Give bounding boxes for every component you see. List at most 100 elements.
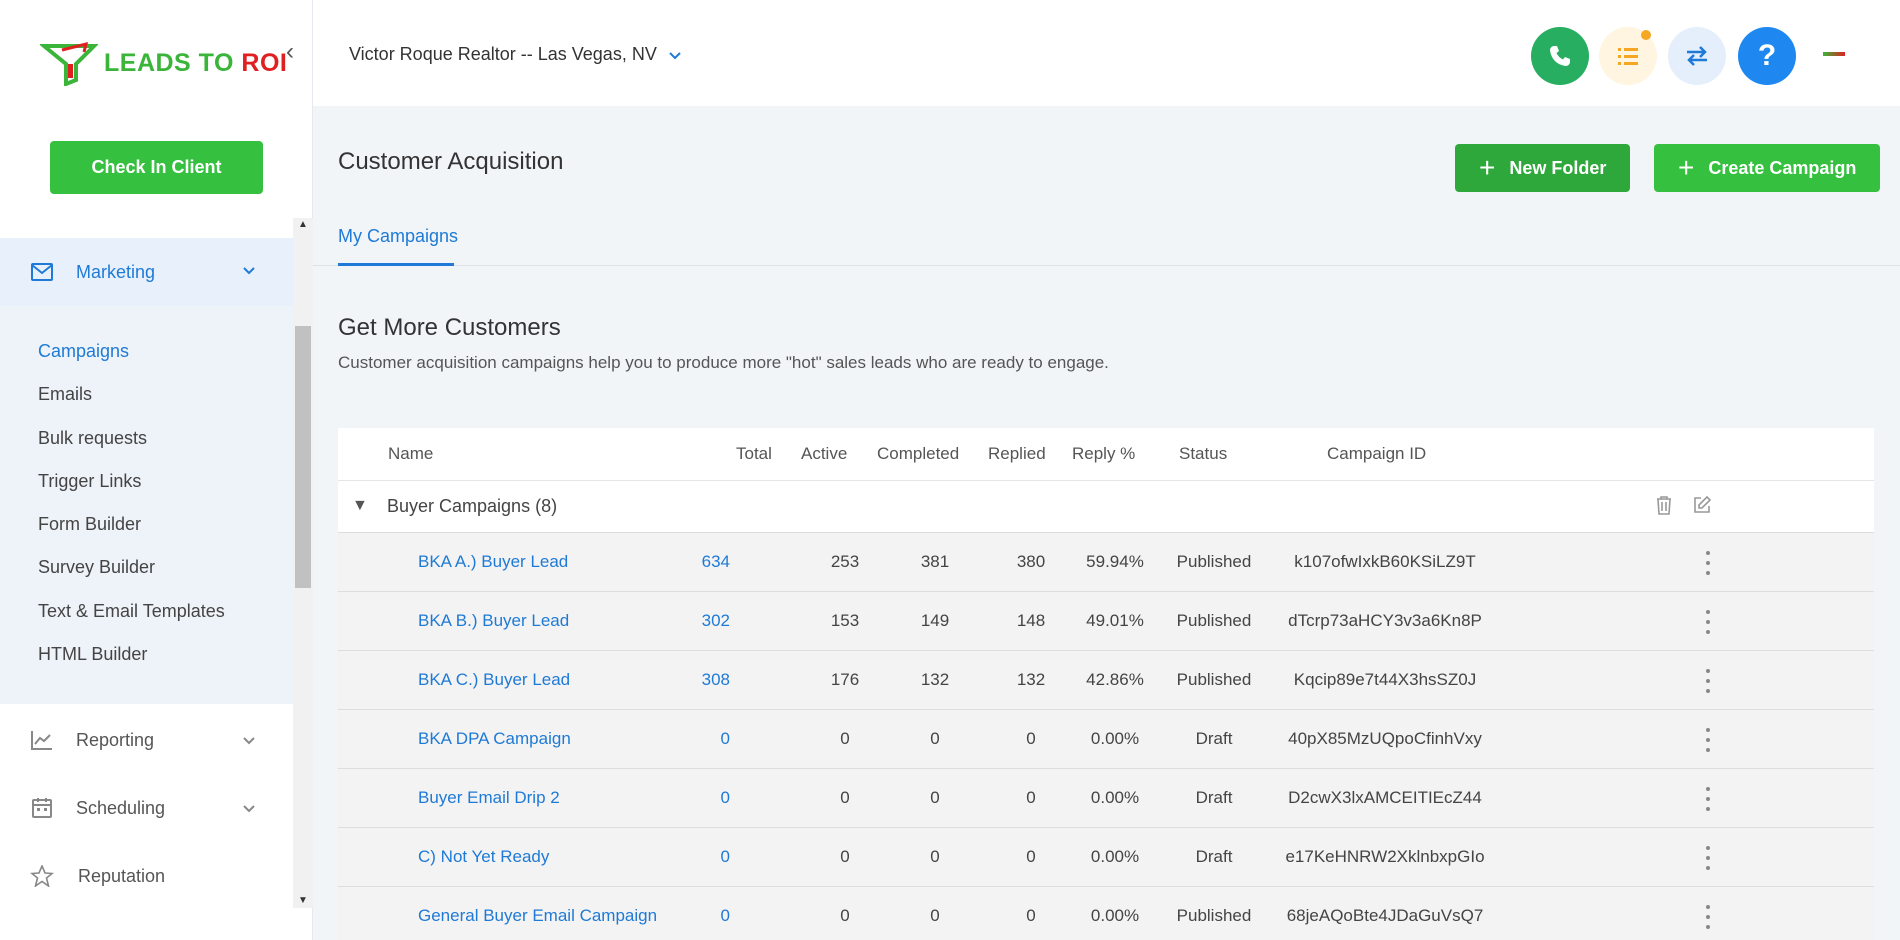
chevron-down-icon	[669, 51, 681, 59]
campaign-total[interactable]: 0	[630, 847, 730, 867]
collapse-triangle-icon[interactable]: ▼	[352, 497, 368, 515]
column-header-reply-pct[interactable]: Reply %	[1072, 444, 1135, 464]
sidebar-item-reporting[interactable]: Reporting	[0, 720, 293, 760]
star-icon	[30, 865, 54, 887]
campaign-total[interactable]: 302	[630, 611, 730, 631]
column-header-status[interactable]: Status	[1179, 444, 1227, 464]
sidebar-item-marketing[interactable]: Marketing	[0, 238, 293, 306]
sidebar-item-label: Reporting	[76, 729, 155, 750]
campaign-name[interactable]: Buyer Email Drip 2	[418, 788, 560, 808]
campaign-total[interactable]: 0	[630, 906, 730, 926]
top-bar: Victor Roque Realtor -- Las Vegas, NV ?	[313, 0, 1900, 106]
sidebar-scrollbar[interactable]: ▲ ▼	[293, 218, 313, 908]
campaign-name[interactable]: BKA DPA Campaign	[418, 729, 571, 749]
more-options-icon[interactable]	[1705, 846, 1711, 870]
column-header-completed[interactable]: Completed	[877, 444, 959, 464]
column-header-replied[interactable]: Replied	[988, 444, 1046, 464]
more-options-icon[interactable]	[1705, 610, 1711, 634]
more-options-icon[interactable]	[1705, 669, 1711, 693]
swap-arrows-icon	[1687, 46, 1707, 66]
more-options-icon[interactable]	[1705, 787, 1711, 811]
table-row[interactable]: BKA DPA Campaign 0 0 0 0 0.00% Draft 40pX85MzUQ…	[338, 710, 1874, 769]
folder-row[interactable]: ▼ Buyer Campaigns (8)	[338, 480, 1874, 533]
campaign-name[interactable]: C) Not Yet Ready	[418, 847, 549, 867]
notification-dot	[1641, 30, 1651, 40]
submenu-item-emails[interactable]: Emails	[38, 384, 92, 405]
logo-text-red: ROI	[241, 48, 288, 77]
campaign-total[interactable]: 0	[630, 788, 730, 808]
campaigns-table: Name Total Active Completed Replied Repl…	[338, 428, 1874, 940]
scroll-up-icon[interactable]: ▲	[293, 218, 313, 232]
submenu-item-html-builder[interactable]: HTML Builder	[38, 644, 147, 665]
scrollbar-thumb[interactable]	[295, 326, 311, 588]
campaign-name[interactable]: General Buyer Email Campaign	[418, 906, 657, 926]
table-row[interactable]: General Buyer Email Campaign 0 0 0 0 0.00% Pub…	[338, 887, 1874, 940]
calendar-icon	[32, 798, 52, 818]
new-folder-label: New Folder	[1509, 157, 1607, 178]
marketing-submenu: Campaigns Emails Bulk requests Trigger L…	[0, 306, 293, 704]
campaign-total[interactable]: 634	[630, 552, 730, 572]
more-options-icon[interactable]	[1705, 728, 1711, 752]
campaign-name[interactable]: BKA B.) Buyer Lead	[418, 611, 569, 631]
chevron-down-icon	[243, 805, 255, 813]
table-row[interactable]: BKA C.) Buyer Lead 308 176 132 132 42.86% Publ…	[338, 651, 1874, 710]
column-header-active[interactable]: Active	[801, 444, 847, 464]
kebab-dot	[1706, 797, 1710, 801]
table-row[interactable]: BKA A.) Buyer Lead 634 253 381 380 59.94% Publ…	[338, 533, 1874, 592]
kebab-dot	[1706, 807, 1710, 811]
plus-icon: +	[1678, 152, 1695, 183]
mail-icon	[31, 263, 53, 281]
table-row[interactable]: Buyer Email Drip 2 0 0 0 0 0.00% Draft D2cwX3lx…	[338, 769, 1874, 828]
avatar[interactable]	[1823, 52, 1845, 56]
campaign-id: 68jeAQoBte4JDaGuVsQ7	[1286, 906, 1484, 925]
submenu-item-templates[interactable]: Text & Email Templates	[38, 601, 225, 622]
column-header-name[interactable]: Name	[388, 444, 433, 464]
submenu-item-form-builder[interactable]: Form Builder	[38, 514, 141, 535]
kebab-dot	[1706, 669, 1710, 673]
account-selector[interactable]: Victor Roque Realtor -- Las Vegas, NV	[349, 44, 683, 65]
chevron-down-icon	[243, 737, 255, 745]
campaign-name[interactable]: BKA A.) Buyer Lead	[418, 552, 568, 572]
sidebar-item-reputation[interactable]: Reputation	[0, 856, 293, 896]
new-folder-button[interactable]: + New Folder	[1455, 144, 1631, 192]
column-header-total[interactable]: Total	[736, 444, 772, 464]
chevron-down-icon	[243, 267, 255, 275]
more-options-icon[interactable]	[1705, 905, 1711, 929]
kebab-dot	[1706, 856, 1710, 860]
table-row[interactable]: C) Not Yet Ready 0 0 0 0 0.00% Draft e17KeHNRW2…	[338, 828, 1874, 887]
sidebar-item-scheduling[interactable]: Scheduling	[0, 788, 293, 828]
tab-my-campaigns[interactable]: My Campaigns	[338, 226, 458, 247]
tasks-button[interactable]	[1599, 27, 1657, 85]
campaign-total[interactable]: 308	[630, 670, 730, 690]
phone-button[interactable]	[1531, 27, 1589, 85]
sidebar-item-label: Reputation	[78, 865, 166, 886]
logo-text: LEADS TO ROI	[104, 49, 287, 78]
kebab-dot	[1706, 620, 1710, 624]
folder-name: Buyer Campaigns (8)	[387, 496, 558, 516]
campaign-status: Published	[1176, 906, 1252, 925]
column-header-campaign-id[interactable]: Campaign ID	[1327, 444, 1426, 464]
submenu-item-campaigns[interactable]: Campaigns	[38, 341, 129, 362]
switch-account-button[interactable]	[1668, 27, 1726, 85]
more-options-icon[interactable]	[1705, 551, 1711, 575]
campaign-name[interactable]: BKA C.) Buyer Lead	[418, 670, 570, 690]
submenu-item-bulk-requests[interactable]: Bulk requests	[38, 428, 147, 449]
trash-icon[interactable]	[1655, 495, 1673, 515]
logo-text-green: LEADS TO	[104, 48, 242, 77]
create-campaign-label: Create Campaign	[1708, 157, 1857, 178]
create-campaign-button[interactable]: + Create Campaign	[1654, 144, 1881, 192]
kebab-dot	[1706, 551, 1710, 555]
kebab-dot	[1706, 748, 1710, 752]
submenu-item-trigger-links[interactable]: Trigger Links	[38, 471, 141, 492]
edit-icon[interactable]	[1692, 495, 1712, 515]
check-in-client-button[interactable]: Check In Client	[50, 141, 263, 194]
collapse-sidebar-icon[interactable]: ‹	[286, 38, 294, 66]
kebab-dot	[1706, 610, 1710, 614]
scroll-down-icon[interactable]: ▼	[293, 894, 313, 908]
help-button[interactable]: ?	[1738, 27, 1796, 85]
table-row[interactable]: BKA B.) Buyer Lead 302 153 149 148 49.01% Publ…	[338, 592, 1874, 651]
campaign-total[interactable]: 0	[630, 729, 730, 749]
submenu-item-survey-builder[interactable]: Survey Builder	[38, 557, 155, 578]
leads-to-roi-logo[interactable]: LEADS TO ROI	[40, 40, 287, 86]
campaign-id: dTcrp73aHCY3v3a6Kn8P	[1288, 611, 1482, 630]
